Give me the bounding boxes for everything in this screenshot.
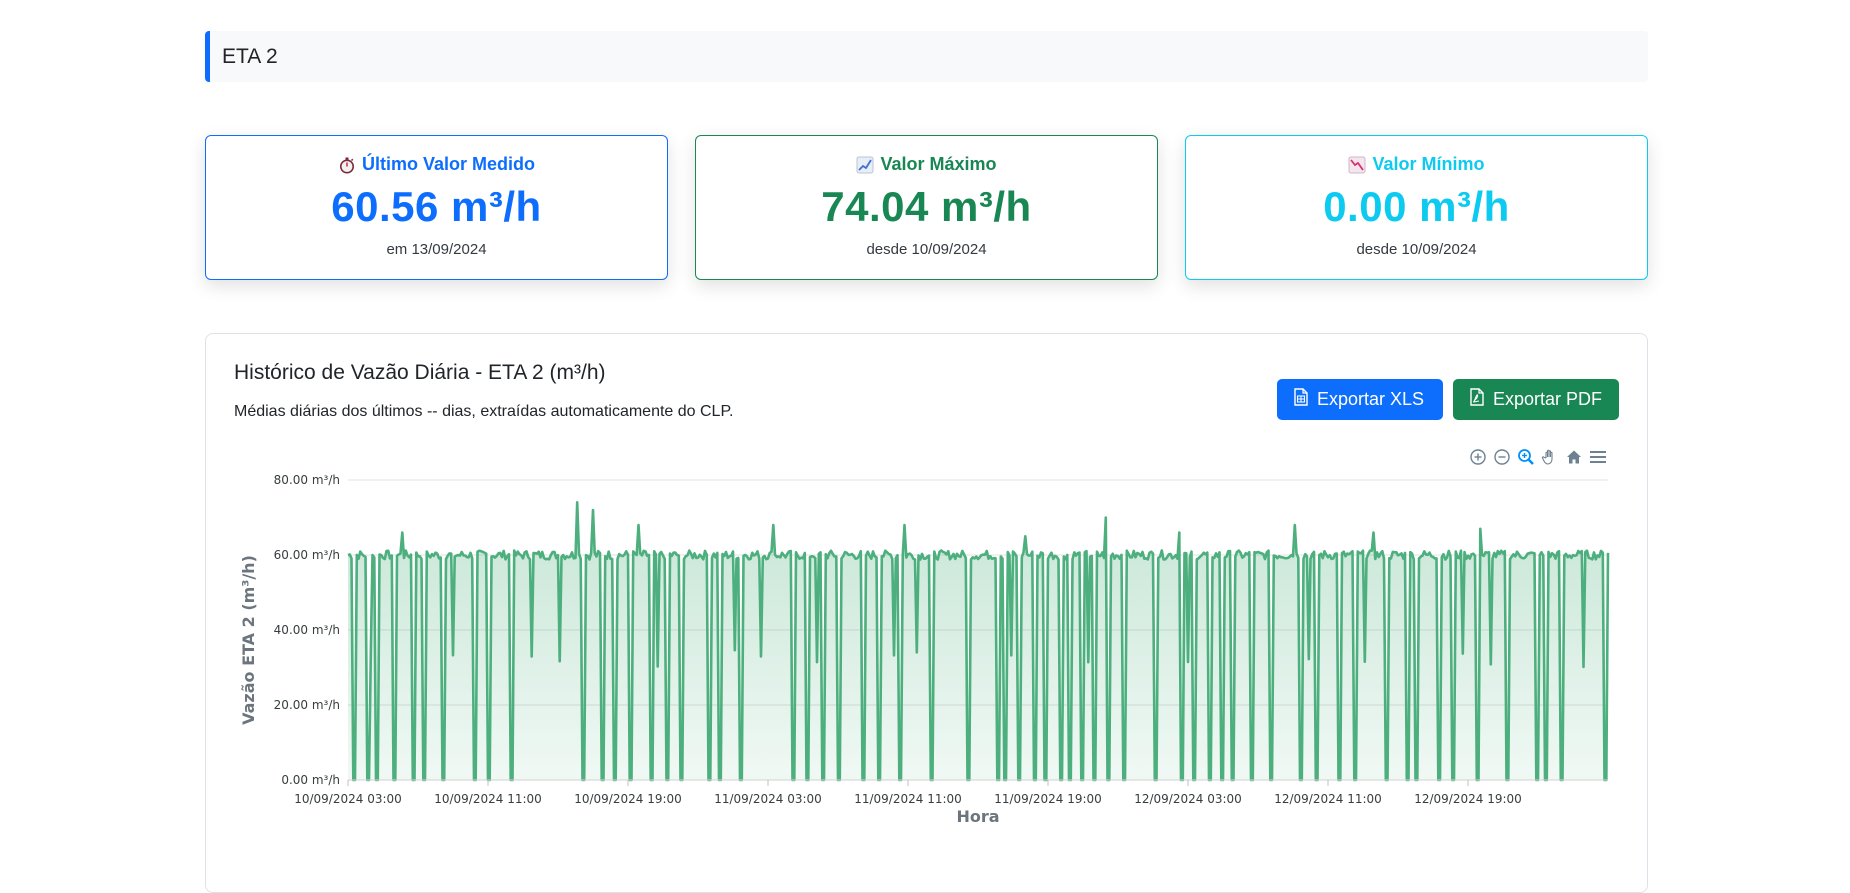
max-value-date: desde 10/09/2024 bbox=[866, 241, 987, 258]
last-value-title: Último Valor Medido bbox=[338, 154, 535, 175]
x-tick-label: 10/09/2024 19:00 bbox=[574, 792, 682, 806]
min-value-date: desde 10/09/2024 bbox=[1356, 241, 1477, 258]
y-tick-label: 80.00 m³/h bbox=[274, 473, 340, 487]
last-value-date: em 13/09/2024 bbox=[386, 241, 487, 258]
x-tick-label: 10/09/2024 03:00 bbox=[294, 792, 402, 806]
y-tick-label: 40.00 m³/h bbox=[274, 623, 340, 637]
chart-up-icon bbox=[856, 156, 874, 174]
y-tick-label: 20.00 m³/h bbox=[274, 698, 340, 712]
page-title: ETA 2 bbox=[222, 44, 278, 68]
max-value: 74.04 m³/h bbox=[821, 183, 1032, 230]
page-header: ETA 2 bbox=[205, 31, 1648, 82]
x-tick-label: 11/09/2024 19:00 bbox=[994, 792, 1102, 806]
x-axis-title: Hora bbox=[956, 807, 999, 826]
x-tick-label: 12/09/2024 19:00 bbox=[1414, 792, 1522, 806]
min-value-title: Valor Mínimo bbox=[1348, 154, 1485, 175]
x-tick-label: 12/09/2024 11:00 bbox=[1274, 792, 1382, 806]
min-value-card: Valor Mínimo 0.00 m³/h desde 10/09/2024 bbox=[1185, 135, 1648, 280]
chart-down-icon bbox=[1348, 156, 1366, 174]
last-value: 60.56 m³/h bbox=[331, 183, 542, 230]
x-tick-label: 11/09/2024 11:00 bbox=[854, 792, 962, 806]
chart-series bbox=[347, 501, 1610, 782]
last-value-card: Último Valor Medido 60.56 m³/h em 13/09/… bbox=[205, 135, 668, 280]
x-tick-label: 11/09/2024 03:00 bbox=[714, 792, 822, 806]
flow-chart[interactable]: 0.00 m³/h 20.00 m³/h 40.00 m³/h 60.00 m³/h 8… bbox=[206, 334, 1649, 874]
y-tick-label: 0.00 m³/h bbox=[281, 773, 340, 787]
min-value: 0.00 m³/h bbox=[1323, 183, 1510, 230]
max-value-card: Valor Máximo 74.04 m³/h desde 10/09/2024 bbox=[695, 135, 1158, 280]
max-value-title: Valor Máximo bbox=[856, 154, 997, 175]
summary-cards: Último Valor Medido 60.56 m³/h em 13/09/… bbox=[205, 135, 1648, 280]
stopwatch-icon bbox=[338, 156, 356, 174]
x-tick-label: 10/09/2024 11:00 bbox=[434, 792, 542, 806]
y-tick-label: 60.00 m³/h bbox=[274, 548, 340, 562]
y-axis-title: Vazão ETA 2 (m³/h) bbox=[239, 555, 258, 725]
chart-card: Histórico de Vazão Diária - ETA 2 (m³/h)… bbox=[205, 333, 1648, 893]
x-tick-label: 12/09/2024 03:00 bbox=[1134, 792, 1242, 806]
